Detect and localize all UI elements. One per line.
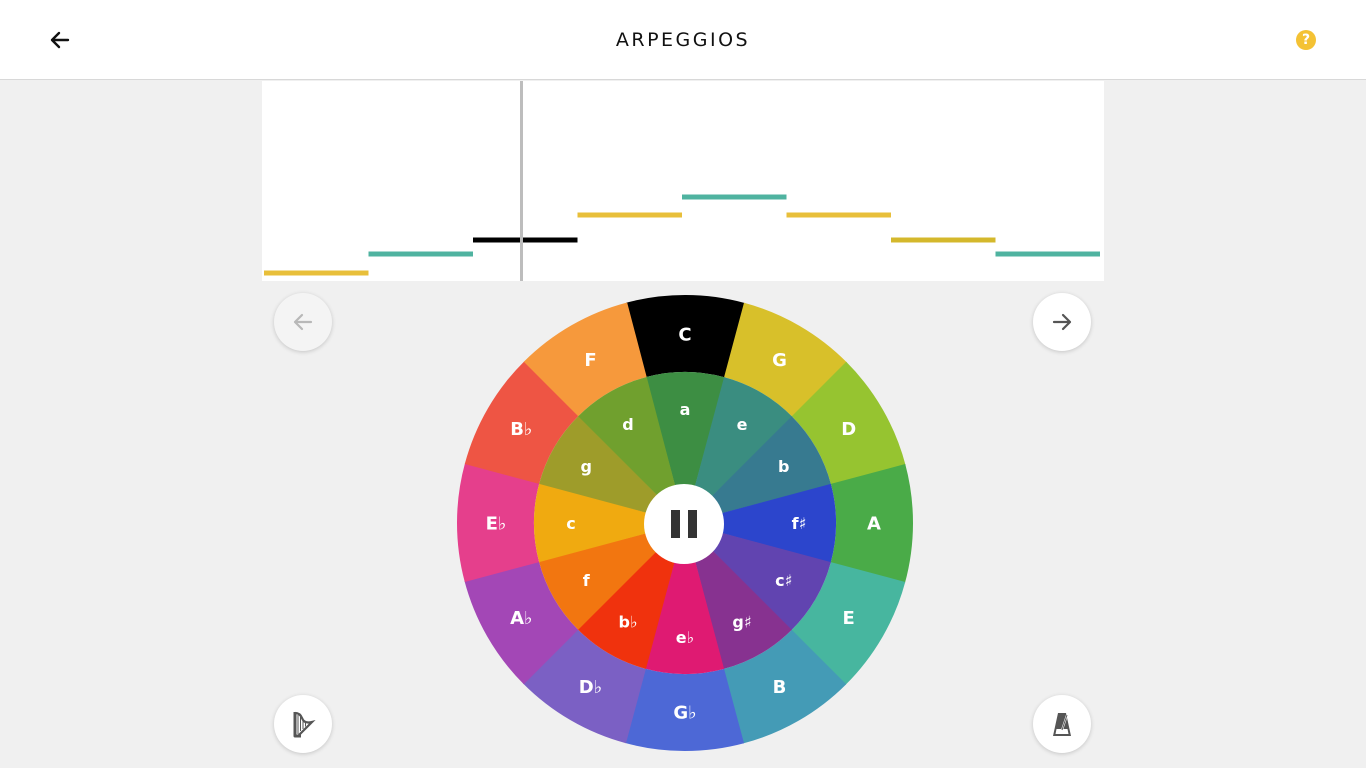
major-key-label: F	[584, 350, 596, 371]
arrow-left-icon	[293, 313, 313, 331]
harp-icon	[293, 711, 316, 738]
roll-note	[786, 212, 891, 218]
minor-key-label: a	[680, 400, 691, 419]
pause-button[interactable]	[644, 484, 724, 564]
major-key-label: G♭	[673, 702, 696, 723]
minor-key-label: c	[566, 514, 575, 533]
back-button[interactable]	[40, 20, 80, 60]
minor-key-label: g♯	[732, 612, 751, 631]
page-title: ARPEGGIOS	[615, 29, 751, 51]
piano-roll-canvas	[264, 81, 1100, 281]
minor-key-label: f	[583, 571, 591, 590]
playhead	[520, 81, 523, 281]
minor-key-label: b	[778, 457, 789, 476]
roll-note	[473, 237, 578, 243]
arrow-left-icon	[50, 31, 70, 49]
major-key-label: B♭	[510, 419, 532, 440]
minor-key-label: e♭	[676, 628, 694, 647]
major-key-label: D♭	[579, 677, 602, 698]
minor-key-label: b♭	[619, 612, 638, 631]
next-button[interactable]	[1033, 293, 1091, 351]
minor-key-label: c♯	[775, 571, 792, 590]
roll-note	[368, 251, 473, 257]
arrow-right-icon	[1052, 313, 1072, 331]
top-bar: ARPEGGIOS ?	[0, 0, 1366, 80]
major-key-label: A♭	[510, 608, 532, 629]
help-button[interactable]: ?	[1296, 30, 1316, 50]
major-key-label: A	[867, 513, 881, 534]
roll-note	[264, 270, 369, 276]
major-key-label: B	[773, 677, 787, 698]
major-key-label: G	[772, 350, 787, 371]
roll-note	[995, 251, 1100, 257]
major-key-label: C	[678, 324, 691, 345]
tempo-button[interactable]	[1033, 695, 1091, 753]
major-key-label: D	[841, 419, 856, 440]
roll-note	[682, 194, 787, 200]
pause-icon	[667, 510, 701, 538]
instrument-button[interactable]	[274, 695, 332, 753]
minor-key-label: f♯	[792, 514, 807, 533]
roll-note	[891, 237, 996, 243]
main-area: C G D A E B G♭ D♭ A♭ E♭ B♭ Fa e b f♯ c♯ g♯ e♭ b♭ f c g d	[262, 81, 1104, 768]
minor-key-label: d	[622, 415, 633, 434]
minor-key-label: e	[737, 415, 748, 434]
previous-button[interactable]	[274, 293, 332, 351]
major-key-label: E♭	[486, 513, 507, 534]
circle-of-fifths: C G D A E B G♭ D♭ A♭ E♭ B♭ Fa e b f♯ c♯ g♯ e♭ b♭ f c g d	[455, 293, 915, 753]
roll-note	[577, 212, 682, 218]
minor-key-label: g	[581, 457, 592, 476]
piano-roll	[262, 81, 1104, 281]
metronome-icon	[1053, 713, 1071, 736]
major-key-label: E	[843, 608, 855, 629]
